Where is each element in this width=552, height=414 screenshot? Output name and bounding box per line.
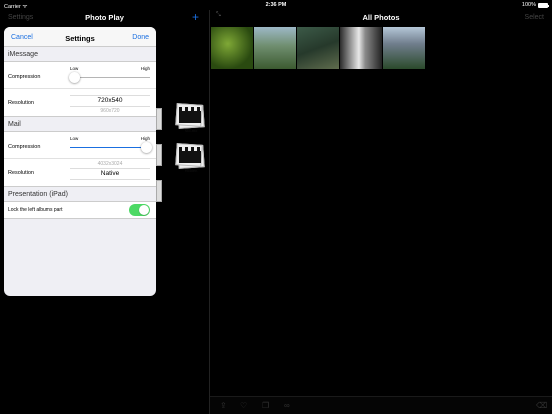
- section-header-presentation: Presentation (iPad): [8, 191, 68, 198]
- album-label: Slo-mo: [184, 128, 198, 133]
- photo-grid: [211, 27, 425, 69]
- mail-resolution-picker[interactable]: Native: [70, 170, 150, 177]
- photo-thumbnail[interactable]: [254, 27, 296, 69]
- slider-high-label: High: [140, 136, 150, 141]
- presentation-group: Lock the left albums part: [4, 201, 156, 219]
- mail-compression-slider[interactable]: [70, 142, 152, 153]
- slider-low-label: Low: [70, 136, 79, 141]
- photo-thumbnail[interactable]: [211, 27, 253, 69]
- glasses-icon[interactable]: ∞: [284, 401, 290, 410]
- mail-resolution-row: Resolution 4032x3024 Native: [4, 159, 156, 186]
- album-slo-mo[interactable]: Slo-mo: [175, 103, 206, 133]
- copy-icon[interactable]: ❐: [262, 401, 269, 410]
- section-header-imessage: iMessage: [8, 51, 38, 58]
- battery-icon: [538, 2, 549, 8]
- imessage-group: Compression Low High Resolution 720x540 …: [4, 61, 156, 117]
- album-peek: [156, 108, 162, 130]
- picker-option[interactable]: 4032x3024: [70, 161, 150, 167]
- clock: 2:36 PM: [265, 2, 287, 8]
- resolution-label: Resolution: [8, 170, 34, 176]
- album-hidden[interactable]: Hidden: [175, 143, 206, 173]
- mail-group: Compression Low High Resolution 4032x302…: [4, 131, 156, 187]
- photos-nav-bar: All Photos Select: [210, 10, 552, 27]
- status-bar: Carrier ᯤ 2:36 PM 100%: [0, 0, 552, 10]
- slider-low-label: Low: [70, 66, 79, 71]
- battery-percent: 100%: [521, 2, 536, 8]
- imessage-resolution-row: Resolution 720x540 960x720: [4, 89, 156, 116]
- photo-thumbnail[interactable]: [383, 27, 425, 69]
- lock-albums-toggle[interactable]: [129, 204, 150, 216]
- album-peek: [156, 144, 162, 166]
- bottom-toolbar: ⇪ ♡ ❐ ∞ ⌫: [210, 396, 552, 414]
- lock-albums-row: Lock the left albums part: [4, 202, 156, 218]
- split-divider: [209, 10, 210, 414]
- photo-thumbnail[interactable]: [297, 27, 339, 69]
- photo-thumbnail[interactable]: [340, 27, 382, 69]
- select-button[interactable]: Select: [525, 14, 544, 21]
- slider-knob[interactable]: [140, 142, 152, 153]
- imessage-resolution-picker[interactable]: 720x540: [70, 97, 150, 104]
- battery-indicator: 100%: [521, 2, 549, 8]
- lock-albums-label: Lock the left albums part: [8, 207, 63, 213]
- settings-popover: Cancel Settings Done iMessage Compressio…: [4, 27, 156, 296]
- imessage-compression-row: Compression Low High: [4, 62, 156, 89]
- clapperboard-icon: [179, 147, 201, 163]
- imessage-compression-slider[interactable]: [68, 72, 150, 83]
- slider-high-label: High: [140, 66, 150, 71]
- share-icon[interactable]: ⇪: [220, 401, 227, 410]
- mail-compression-row: Compression Low High: [4, 132, 156, 159]
- albums-nav-bar: Settings Photo Play + ⤡: [0, 10, 221, 27]
- album-peek: [156, 180, 162, 202]
- clapperboard-icon: [179, 107, 201, 123]
- done-button[interactable]: Done: [132, 34, 149, 41]
- heart-icon[interactable]: ♡: [240, 401, 247, 410]
- picker-option[interactable]: 960x720: [70, 108, 150, 114]
- album-label: Hidden: [184, 168, 198, 173]
- popover-nav-bar: Cancel Settings Done: [4, 27, 156, 47]
- compression-label: Compression: [8, 144, 41, 150]
- resolution-label: Resolution: [8, 100, 34, 106]
- photos-title: All Photos: [362, 13, 400, 22]
- slider-knob[interactable]: [68, 72, 80, 83]
- trash-icon[interactable]: ⌫: [536, 401, 547, 410]
- plus-icon[interactable]: +: [192, 10, 199, 24]
- compression-label: Compression: [8, 74, 41, 80]
- section-header-mail: Mail: [8, 121, 21, 128]
- app-title: Photo Play: [85, 13, 124, 22]
